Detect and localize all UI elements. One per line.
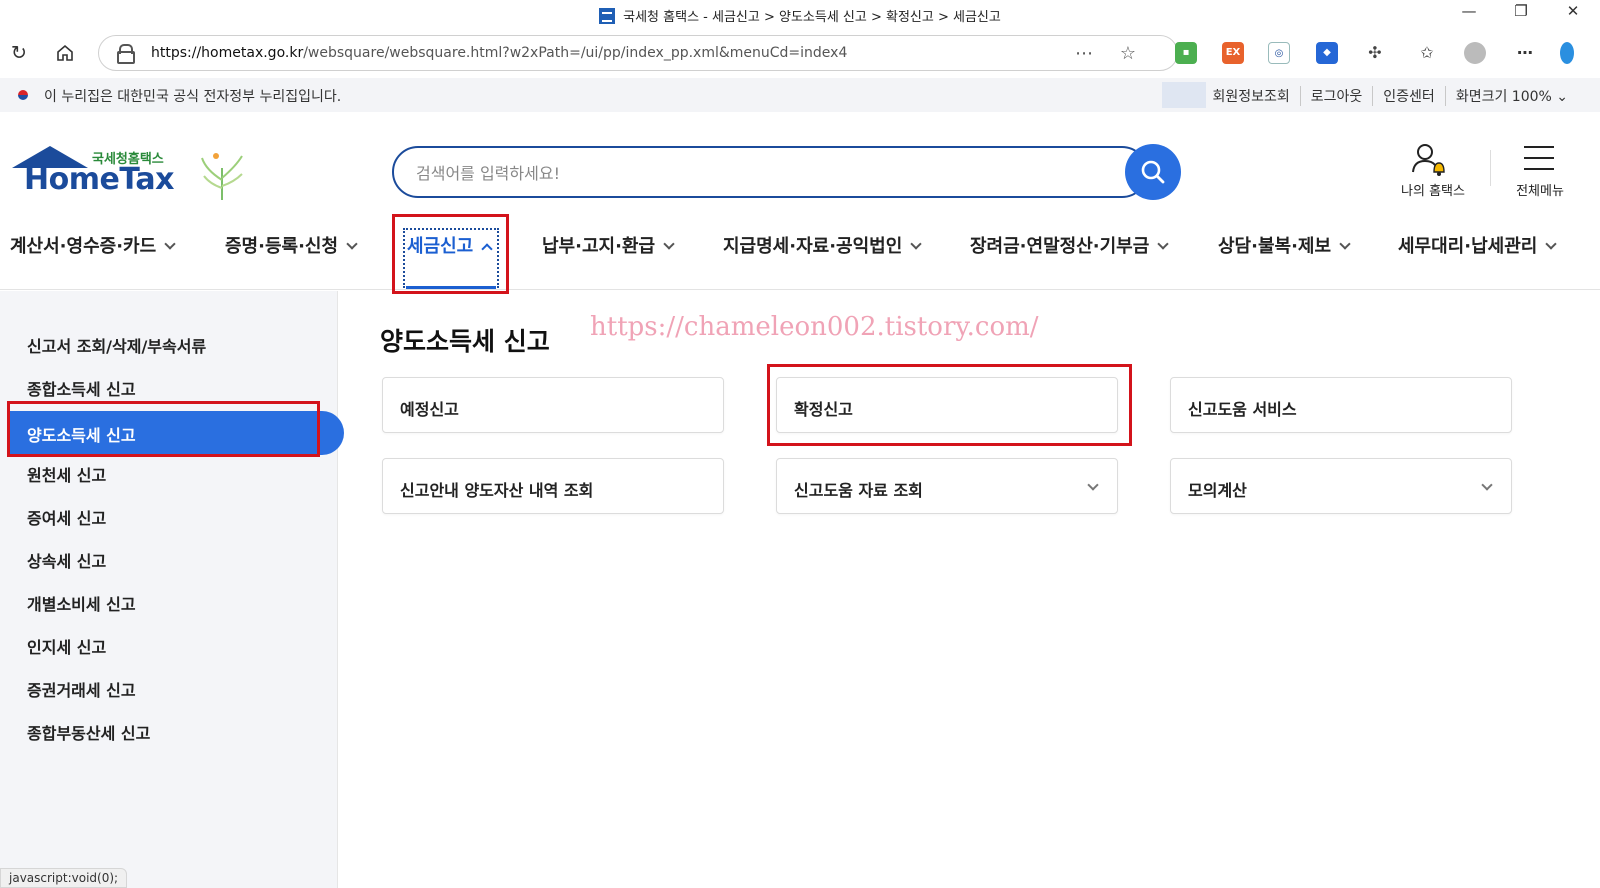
chevron-down-icon	[910, 238, 922, 250]
favorite-star-icon[interactable]: ☆	[1117, 43, 1139, 65]
window-title-wrap: 국세청 홈택스 - 세금신고 > 양도소득세 신고 > 확정신고 > 세금신고	[0, 6, 1600, 25]
search-box	[392, 146, 1148, 198]
gnb-item-payment[interactable]: 납부·고지·환급	[542, 232, 675, 258]
extensions-puzzle-icon[interactable]: ✣	[1364, 42, 1386, 64]
chevron-down-icon	[1339, 238, 1351, 250]
card-filing-help-service[interactable]: 신고도움 서비스	[1170, 377, 1512, 433]
screen-size-select[interactable]: 화면크기 100% ⌄	[1444, 86, 1578, 106]
cert-center-link[interactable]: 인증센터	[1372, 86, 1445, 106]
gnb-item-incentive[interactable]: 장려금·연말정산·기부금	[970, 232, 1169, 258]
browser-menu-icon[interactable]: ⋯	[1514, 42, 1536, 64]
card-filing-help-data[interactable]: 신고도움 자료 조회	[776, 458, 1118, 514]
chevron-down-icon	[1481, 479, 1493, 491]
search-icon	[1141, 160, 1165, 184]
window-title: 국세청 홈택스 - 세금신고 > 양도소득세 신고 > 확정신고 > 세금신고	[623, 10, 1001, 25]
extension-green-icon[interactable]: ▪	[1175, 42, 1197, 64]
all-menu-label: 전체메뉴	[1516, 184, 1564, 199]
highlight-final-return-card	[767, 364, 1132, 446]
sidebar-item-withholding-tax[interactable]: 원천세 신고	[27, 462, 106, 486]
logout-link[interactable]: 로그아웃	[1299, 86, 1373, 106]
sidebar-item-property-tax[interactable]: 종합부동산세 신고	[27, 720, 150, 744]
card-mock-calculation[interactable]: 모의계산	[1170, 458, 1512, 514]
browser-toolbar: ↻ https://hometax.go.kr/websquare/websqu…	[0, 28, 1600, 78]
korea-flag-icon	[14, 87, 32, 103]
address-bar[interactable]: https://hometax.go.kr/websquare/websquar…	[98, 35, 1178, 71]
favorites-list-icon[interactable]: ✩	[1416, 42, 1438, 64]
address-url[interactable]: https://hometax.go.kr/websquare/websquar…	[151, 45, 847, 61]
sidebar-item-return-lookup[interactable]: 신고서 조회/삭제/부속서류	[27, 333, 206, 357]
my-hometax-button[interactable]: 나의 홈택스	[1388, 142, 1478, 202]
my-hometax-label: 나의 홈택스	[1401, 184, 1465, 199]
logo-text: HomeTax	[24, 162, 175, 197]
chevron-down-icon	[346, 238, 358, 250]
sidebar-item-stamp-tax[interactable]: 인지세 신고	[27, 634, 106, 658]
home-icon[interactable]	[52, 40, 78, 66]
sidebar-item-gift-tax[interactable]: 증여세 신고	[27, 505, 106, 529]
user-bell-icon	[1412, 144, 1445, 176]
more-options-icon[interactable]: ⋯	[1073, 43, 1095, 65]
minimize-button[interactable]: —	[1446, 2, 1492, 20]
sidebar-item-income-tax[interactable]: 종합소득세 신고	[27, 376, 136, 400]
gnb-item-consulting[interactable]: 상담·불복·제보	[1218, 232, 1351, 258]
gnb-item-invoice[interactable]: 계산서·영수증·카드	[10, 232, 176, 258]
highlight-tax-filing-menu	[392, 214, 509, 294]
hometax-favicon-icon	[599, 8, 616, 24]
extension-shield-icon[interactable]: ◆	[1316, 42, 1338, 64]
search-button[interactable]	[1125, 144, 1181, 200]
hamburger-icon	[1524, 146, 1554, 170]
extension-ex-icon[interactable]: EX	[1222, 42, 1244, 64]
utility-links: 회원정보조회 로그아웃 인증센터 화면크기 100% ⌄	[1202, 86, 1578, 106]
sidebar-item-securities-tax[interactable]: 증권거래세 신고	[27, 677, 136, 701]
page-title: 양도소득세 신고	[380, 327, 550, 356]
logo-plant-icon	[201, 153, 243, 200]
close-window-button[interactable]: ✕	[1550, 2, 1596, 20]
gnb-item-certificate[interactable]: 증명·등록·신청	[225, 232, 358, 258]
chevron-down-icon	[1545, 238, 1557, 250]
chevron-down-icon	[1157, 238, 1169, 250]
logo-subtext: 국세청홈택스	[92, 152, 164, 167]
refresh-icon[interactable]: ↻	[6, 40, 32, 66]
restore-button[interactable]: ❐	[1498, 2, 1544, 20]
profile-avatar[interactable]	[1464, 42, 1486, 64]
header-divider	[1490, 150, 1491, 186]
highlight-capital-gains-menu	[7, 401, 320, 457]
card-transfer-asset-lookup[interactable]: 신고안내 양도자산 내역 조회	[382, 458, 724, 514]
lock-icon[interactable]	[117, 44, 135, 64]
main-navigation: 계산서·영수증·카드 증명·등록·신청 세금신고 납부·고지·환급 지급명세·자…	[0, 218, 1600, 290]
extension-globe-icon[interactable]: ◎	[1268, 42, 1290, 64]
sidebar-item-excise-tax[interactable]: 개별소비세 신고	[27, 591, 136, 615]
gnb-item-payment-statement[interactable]: 지급명세·자료·공익법인	[723, 232, 922, 258]
sidebar: 신고서 조회/삭제/부속서류 종합소득세 신고 양도소득세 신고 원천세 신고 …	[0, 291, 344, 888]
browser-title-bar: 국세청 홈택스 - 세금신고 > 양도소득세 신고 > 확정신고 > 세금신고 …	[0, 0, 1600, 28]
chevron-down-icon	[663, 238, 675, 250]
gov-banner: 이 누리집은 대한민국 공식 전자정부 누리집입니다. 회원정보조회 로그아웃 …	[0, 78, 1600, 112]
blog-watermark: https://chameleon002.tistory.com/	[590, 312, 1039, 342]
copilot-icon[interactable]	[1560, 42, 1574, 64]
hometax-logo[interactable]: HomeTax 국세청홈택스	[10, 146, 250, 206]
card-preliminary-return[interactable]: 예정신고	[382, 377, 724, 433]
chevron-down-icon	[164, 238, 176, 250]
chevron-down-icon	[1087, 479, 1099, 491]
member-info-link[interactable]: 회원정보조회	[1202, 86, 1299, 106]
gov-banner-message: 이 누리집은 대한민국 공식 전자정부 누리집입니다.	[44, 89, 342, 105]
gnb-item-tax-agent[interactable]: 세무대리·납세관리	[1398, 232, 1557, 258]
search-input[interactable]	[416, 160, 1096, 186]
status-bar-link-preview: javascript:void(0);	[0, 868, 128, 888]
all-menu-button[interactable]: 전체메뉴	[1508, 142, 1572, 202]
sidebar-item-inheritance-tax[interactable]: 상속세 신고	[27, 548, 106, 572]
user-name-area	[1162, 82, 1206, 108]
